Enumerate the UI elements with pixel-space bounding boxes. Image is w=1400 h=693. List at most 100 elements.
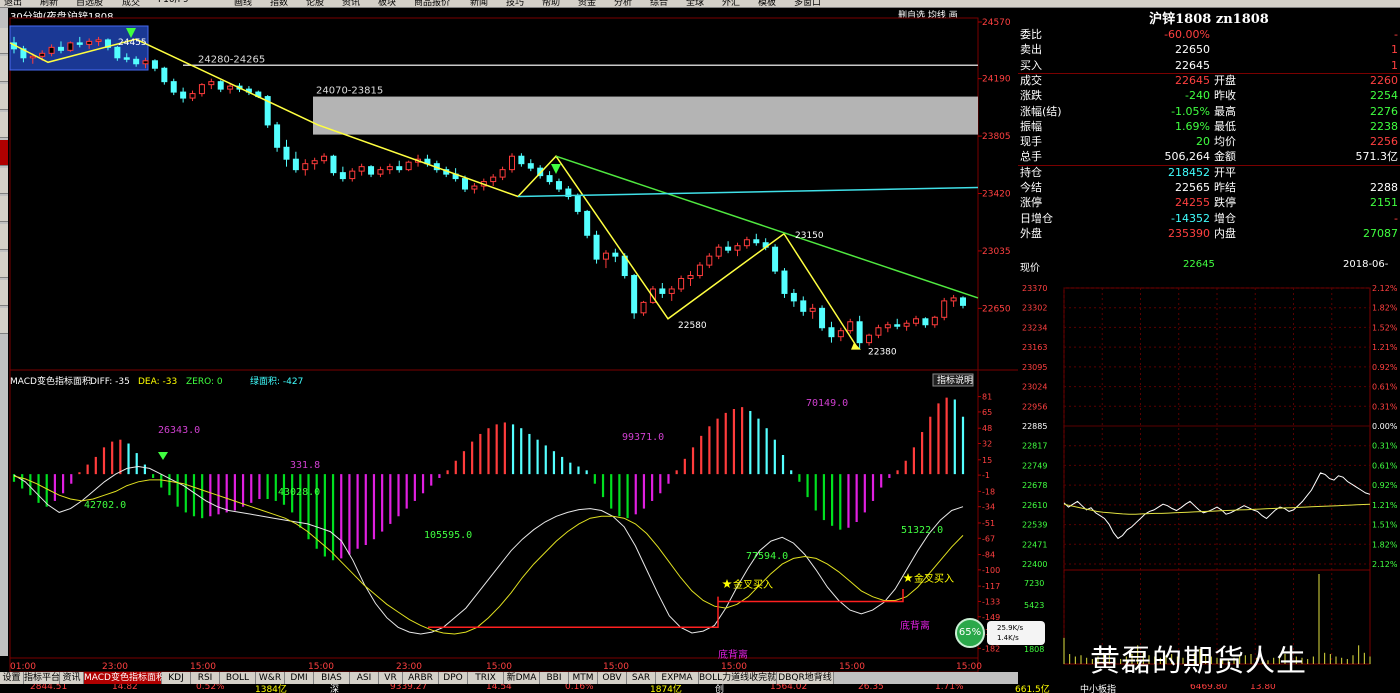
- side-tab[interactable]: [0, 224, 8, 250]
- toolbar-item[interactable]: F10/F9: [158, 0, 189, 5]
- indicator-tab[interactable]: MACD变色指标面积: [84, 672, 165, 684]
- toolbar-item[interactable]: 帮助: [542, 0, 560, 7]
- toolbar-item[interactable]: 多窗口: [794, 0, 821, 7]
- side-tab[interactable]: [0, 252, 8, 278]
- toolbar-item[interactable]: 综合: [650, 0, 668, 7]
- toolbar-item[interactable]: 论股: [306, 0, 324, 7]
- macd-axis-tick: -34: [982, 503, 995, 512]
- quote-row: 持仓 218452 开平: [1020, 165, 1400, 180]
- intraday-pct-tick: 0.92%: [1372, 481, 1398, 490]
- indicator-tab[interactable]: 指标平台: [24, 672, 60, 684]
- candle-body: [76, 42, 83, 45]
- indicator-tab[interactable]: 资讯: [60, 672, 84, 684]
- indicator-tab[interactable]: ASI: [350, 672, 379, 684]
- indicator-tab[interactable]: DPO: [439, 672, 468, 684]
- intraday-axis-tick: 23163: [1022, 343, 1047, 352]
- indicator-tab[interactable]: OBV: [598, 672, 627, 684]
- indicator-tab[interactable]: MTM: [569, 672, 598, 684]
- toolbar-item[interactable]: 指数: [270, 0, 288, 7]
- candle-body: [227, 85, 234, 90]
- price-axis-tick: 23035: [982, 247, 1011, 257]
- quote-label: 涨幅(结): [1020, 104, 1062, 118]
- candle-body: [123, 57, 130, 60]
- side-tab[interactable]: [0, 280, 8, 306]
- side-tab[interactable]: [0, 168, 8, 194]
- toolbar-item[interactable]: 退出: [4, 0, 22, 7]
- quote-label: 最低: [1214, 119, 1236, 133]
- toolbar-item[interactable]: 全球: [686, 0, 704, 7]
- quote-row: 振幅 1.69% 最低 2238: [1020, 119, 1400, 134]
- divider: [1018, 73, 1400, 74]
- toolbar-item[interactable]: 板块: [378, 0, 396, 7]
- quote-value: -14352: [1171, 211, 1210, 225]
- toolbar-item[interactable]: 技巧: [506, 0, 524, 7]
- side-tab[interactable]: [0, 84, 8, 110]
- area-value: 绿面积: -427: [250, 375, 303, 387]
- toolbar-item[interactable]: 新闻: [470, 0, 488, 7]
- toolbar-item[interactable]: 刷新: [40, 0, 58, 7]
- candle-body: [161, 67, 168, 83]
- candle-body: [847, 321, 854, 332]
- quote-value: -60.00%: [1164, 28, 1210, 41]
- side-tab[interactable]: [0, 28, 8, 54]
- status-item: 深: [330, 685, 340, 693]
- side-tab[interactable]: [0, 140, 8, 166]
- quote-label: 振幅: [1020, 119, 1042, 133]
- side-tab[interactable]: [0, 112, 8, 138]
- indicator-tab[interactable]: 设置: [0, 672, 24, 684]
- toolbar-item[interactable]: 画线: [234, 0, 252, 7]
- main-chart[interactable]: 24280-24265 24070-23815 24455 22580 23150 22…: [8, 8, 1018, 672]
- toolbar-item[interactable]: 自选股: [76, 0, 103, 7]
- indicator-tab[interactable]: KDJ: [162, 672, 191, 684]
- indicator-tab[interactable]: BBI: [540, 672, 569, 684]
- indicator-tab[interactable]: 新DMA: [504, 672, 540, 684]
- indicator-tab[interactable]: DMI: [285, 672, 314, 684]
- candle-body: [518, 155, 525, 165]
- left-side-tabs: [0, 8, 8, 656]
- macd-axis-tick: -51: [982, 519, 995, 528]
- indicator-tab[interactable]: ARBR: [403, 672, 439, 684]
- toolbar-item[interactable]: 成交: [122, 0, 140, 7]
- indicator-tab[interactable]: TRIX: [468, 672, 504, 684]
- candle-body: [151, 60, 158, 69]
- price-axis-tick: 24570: [982, 18, 1011, 28]
- area-label: 99371.0: [622, 432, 664, 443]
- intraday-axis-tick: 22749: [1022, 461, 1047, 470]
- status-item: 1874亿: [650, 685, 682, 693]
- toolbar-item[interactable]: 外汇: [722, 0, 740, 7]
- indicator-tab[interactable]: W&R: [256, 672, 285, 684]
- quote-value: 2254: [1370, 89, 1398, 103]
- toolbar-item[interactable]: 模板: [758, 0, 776, 7]
- macd-axis-tick: -100: [982, 566, 1000, 575]
- quote-label: 跌停: [1214, 196, 1236, 210]
- speed-percent[interactable]: 65%: [955, 618, 985, 648]
- network-speed-widget[interactable]: 65% 25.9K/s 1.4K/s: [955, 618, 1047, 648]
- intraday-chart[interactable]: 23370 2.12% 23302 1.82% 23234 1.52% 23163 1.21%…: [1018, 274, 1400, 672]
- toolbar-item[interactable]: 分析: [614, 0, 632, 7]
- candle-body: [894, 324, 901, 327]
- candle-body: [678, 278, 685, 290]
- intraday-axis-tick: 22817: [1022, 442, 1047, 451]
- quote-value: 24255: [1175, 196, 1210, 210]
- indicator-tab[interactable]: BIAS: [314, 672, 350, 684]
- indicator-tab[interactable]: BOLL: [220, 672, 256, 684]
- indicator-tab[interactable]: VR: [379, 672, 403, 684]
- speed-box: 25.9K/s 1.4K/s: [987, 621, 1045, 645]
- toolbar-item[interactable]: 资金: [578, 0, 596, 7]
- side-tab[interactable]: [0, 196, 8, 222]
- indicator-tab[interactable]: SAR: [627, 672, 656, 684]
- side-tab[interactable]: [0, 56, 8, 82]
- toolbar-item[interactable]: 商品报价: [414, 0, 450, 7]
- indicator-tab[interactable]: BOLL力道线收完就: [699, 672, 777, 684]
- indicator-tab[interactable]: EXPMA: [656, 672, 699, 684]
- side-tab[interactable]: [0, 308, 8, 334]
- candle-body: [772, 246, 779, 272]
- download-speed: 1.4K/s: [997, 634, 1019, 642]
- indicator-tab[interactable]: RSI: [191, 672, 220, 684]
- indicator-tab[interactable]: DBQR地背线: [777, 672, 834, 684]
- quote-row: 日增仓 -14352 增仓 -: [1020, 211, 1400, 226]
- candle-body: [114, 46, 121, 59]
- time-axis-label: 15:00: [721, 662, 747, 672]
- candle-body: [386, 166, 393, 171]
- toolbar-item[interactable]: 资讯: [342, 0, 360, 7]
